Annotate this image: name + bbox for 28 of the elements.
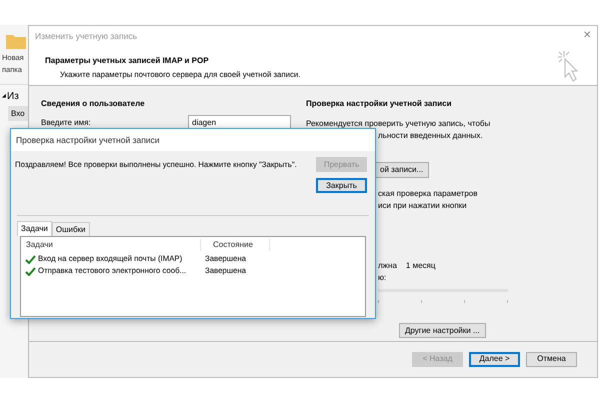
dialog-button[interactable]: Закрыть — [316, 178, 367, 193]
checkbox-label: иси при нажатии кнопки — [378, 200, 467, 212]
section-title: Сведения о пользователе — [41, 98, 146, 110]
checkmark-icon — [25, 266, 36, 276]
test-account-button[interactable]: ой записи... — [376, 162, 430, 178]
modal-title: Проверка настройки учетной записи — [16, 134, 160, 146]
folder-row[interactable]: Вхо — [8, 106, 28, 121]
tab[interactable]: Ошибки — [52, 222, 90, 236]
checkbox-label: ская проверка параметров — [378, 188, 478, 200]
more-settings-button[interactable]: Другие настройки ... — [399, 323, 486, 338]
section-label: Из — [7, 90, 19, 104]
offline-label: лжна — [378, 260, 397, 272]
folder-icon — [6, 33, 26, 49]
column-header: Задачи — [25, 239, 54, 251]
description-text: Рекомендуется проверить учетную запись, чтобы — [306, 118, 492, 130]
column-header: Состояние — [200, 239, 270, 251]
description-text: льности введенных данных. — [378, 130, 483, 142]
tab[interactable]: Задачи — [17, 221, 52, 236]
close-icon[interactable]: ✕ — [583, 31, 591, 42]
offline-label: ю: — [378, 272, 386, 284]
section-title: Проверка настройки учетной записи — [306, 98, 452, 110]
dialog-button[interactable]: Отмена — [526, 352, 577, 367]
checkmark-icon — [25, 254, 36, 264]
field-label: Введите имя: — [41, 116, 91, 129]
dialog-button[interactable]: Далее > — [469, 352, 520, 367]
offline-value: 1 месяц — [406, 260, 436, 272]
header-title: Параметры учетных записей IMAP и POP — [45, 54, 210, 67]
window-title: Изменить учетную запись — [35, 30, 138, 43]
